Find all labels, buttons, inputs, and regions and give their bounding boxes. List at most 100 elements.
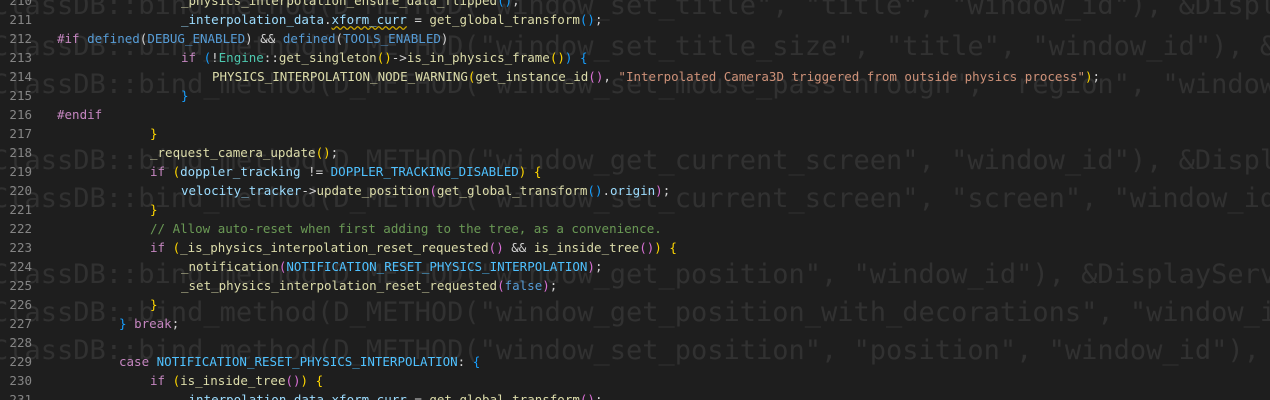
code-line: 228: [0, 333, 1100, 352]
code-token: velocity_tracker: [181, 183, 302, 198]
code-token: TOOLS_ENABLED: [343, 31, 441, 46]
code-line: 210 _physics_interpolation_ensure_data_fl…: [0, 0, 1100, 10]
code-token: (): [285, 373, 301, 388]
code-line: 225 _set_physics_interpolation_reset_requ…: [0, 276, 1100, 295]
code-token: update_position: [316, 183, 430, 198]
code-token: (: [172, 164, 181, 179]
line-number: 214: [9, 69, 32, 84]
code-text: // Allow auto-reset when first adding to…: [57, 219, 662, 238]
code-line: 218 _request_camera_update();: [0, 143, 1100, 162]
code-text: if (is_inside_tree()) {: [57, 371, 323, 390]
code-token: "Interpolated Camera3D triggered from ou…: [618, 69, 1086, 84]
code-line: 219 if (doppler_tracking != DOPPLER_TRACK…: [0, 162, 1100, 181]
code-line: 222 // Allow auto-reset when first adding…: [0, 219, 1100, 238]
code-token: break: [134, 316, 172, 331]
code-token: (): [549, 50, 565, 65]
line-number: 217: [9, 126, 32, 141]
code-token: (): [579, 392, 595, 400]
code-token: if: [150, 373, 173, 388]
code-token: if: [181, 50, 204, 65]
code-line: 217}: [0, 124, 1100, 143]
code-line: 220 velocity_tracker->update_position(get…: [0, 181, 1100, 200]
line-number: 211: [9, 12, 32, 27]
code-token: ;: [594, 12, 603, 27]
line-number: 212: [9, 31, 32, 46]
code-token: DEBUG_ENABLED: [147, 31, 246, 46]
code-text: } break;: [57, 314, 179, 333]
line-number: 224: [9, 259, 32, 274]
code-token: _interpolation_data: [181, 12, 324, 27]
code-token: ): [518, 164, 534, 179]
code-token: {: [472, 354, 481, 369]
code-token: #if: [57, 31, 88, 46]
code-token: get_instance_id: [475, 69, 589, 84]
code-line: 213 if (!Engine::get_singleton()->is_in_p…: [0, 48, 1100, 67]
code-token: if: [150, 164, 173, 179]
code-token: ): [542, 278, 550, 293]
code-text: PHYSICS_INTERPOLATION_NODE_WARNING(get_i…: [57, 67, 1100, 86]
code-token: (: [429, 183, 437, 198]
code-token: {: [579, 50, 588, 65]
code-token: (: [172, 373, 181, 388]
code-token: (: [497, 278, 505, 293]
code-text: if (_is_physics_interpolation_reset_requ…: [57, 238, 677, 257]
code-token: ;: [549, 278, 558, 293]
code-token: ,: [603, 69, 619, 84]
code-token: DOPPLER_TRACKING_DISABLED: [330, 164, 519, 179]
code-text: case NOTIFICATION_RESET_PHYSICS_INTERPOL…: [57, 352, 480, 371]
code-line: 214 PHYSICS_INTERPOLATION_NODE_WARNING(ge…: [0, 67, 1100, 86]
code-line: 230 if (is_inside_tree()) {: [0, 371, 1100, 390]
code-token: ): [300, 373, 316, 388]
code-token: ): [245, 31, 253, 46]
code-text: }: [57, 124, 158, 143]
code-token: ): [587, 259, 595, 274]
code-token: _request_camera_update: [150, 145, 316, 160]
code-token: }: [119, 316, 135, 331]
code-token: Engine: [218, 50, 264, 65]
code-token: {: [669, 240, 677, 255]
code-lines: 210 _physics_interpolation_ensure_data_fl…: [0, 0, 1100, 400]
code-token: ;: [594, 259, 603, 274]
code-editor[interactable]: ClassDB::bind_method(D_METHOD("window_se…: [0, 0, 1270, 400]
line-number: 223: [9, 240, 32, 255]
code-token: get_global_transform: [429, 12, 580, 27]
code-line: 226}: [0, 295, 1100, 314]
line-number: 213: [9, 50, 32, 65]
code-text: _request_camera_update();: [57, 143, 338, 162]
line-number: 221: [9, 202, 32, 217]
code-token: doppler_tracking: [180, 164, 301, 179]
code-token: ): [655, 183, 663, 198]
code-text: #if defined(DEBUG_ENABLED) && defined(TO…: [57, 29, 448, 48]
code-token: xform_curr: [331, 12, 407, 27]
code-token: {: [533, 164, 542, 179]
code-line: 223 if (_is_physics_interpolation_reset_r…: [0, 238, 1100, 257]
line-number: 215: [9, 88, 32, 103]
line-number: 216: [9, 107, 32, 122]
line-number: 220: [9, 183, 32, 198]
code-line: 221}: [0, 200, 1100, 219]
code-token: ): [587, 12, 595, 27]
line-number: 227: [9, 316, 32, 331]
line-number: 219: [9, 164, 32, 179]
code-line: 229 case NOTIFICATION_RESET_PHYSICS_INTER…: [0, 352, 1100, 371]
code-token: (): [588, 69, 604, 84]
code-token: if: [150, 240, 173, 255]
code-token: _physics_interpolation_ensure_data_flipp…: [181, 0, 498, 8]
code-token: ): [440, 31, 449, 46]
code-token: ->: [301, 183, 317, 198]
code-token: false: [504, 278, 543, 293]
code-token: ;: [512, 0, 520, 8]
code-text: _set_physics_interpolation_reset_request…: [57, 276, 557, 295]
code-token: (: [172, 240, 181, 255]
code-token: is_inside_tree: [533, 240, 640, 255]
code-line: 231 _interpolation_data.xform_curr = get_…: [0, 390, 1100, 400]
line-number: 226: [9, 297, 32, 312]
code-token: :: [457, 354, 473, 369]
code-token: (: [335, 31, 344, 46]
code-text: _notification(NOTIFICATION_RESET_PHYSICS…: [57, 257, 602, 276]
code-token: // Allow auto-reset when first adding to…: [150, 221, 662, 236]
code-token: _is_physics_interpolation_reset_requeste…: [180, 240, 489, 255]
code-token: is_inside_tree: [180, 373, 286, 388]
code-token: get_global_transform: [436, 183, 588, 198]
code-token: ): [1085, 69, 1093, 84]
